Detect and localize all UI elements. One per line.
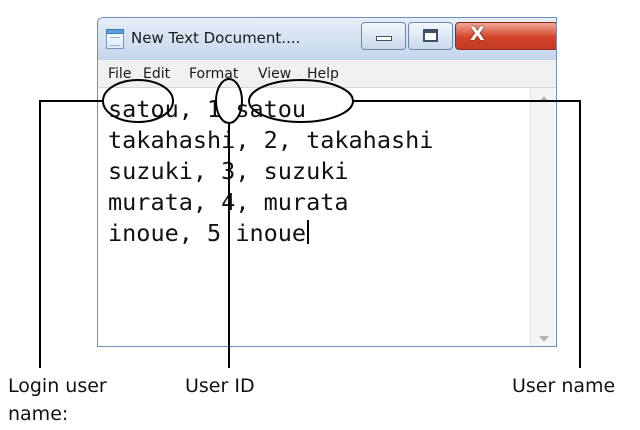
user-id-label: User ID bbox=[185, 375, 255, 397]
user-id-ellipse bbox=[215, 78, 243, 124]
login-user-name-label-line2: name: bbox=[8, 403, 69, 425]
login-name-leader-line bbox=[39, 100, 103, 368]
user-name-leader-line bbox=[353, 100, 581, 368]
user-name-label: User name bbox=[512, 375, 616, 397]
user-name-ellipse bbox=[248, 79, 354, 123]
callout-annotations bbox=[39, 78, 581, 368]
login-name-ellipse bbox=[102, 79, 174, 123]
login-user-name-label: Login user bbox=[8, 375, 107, 397]
